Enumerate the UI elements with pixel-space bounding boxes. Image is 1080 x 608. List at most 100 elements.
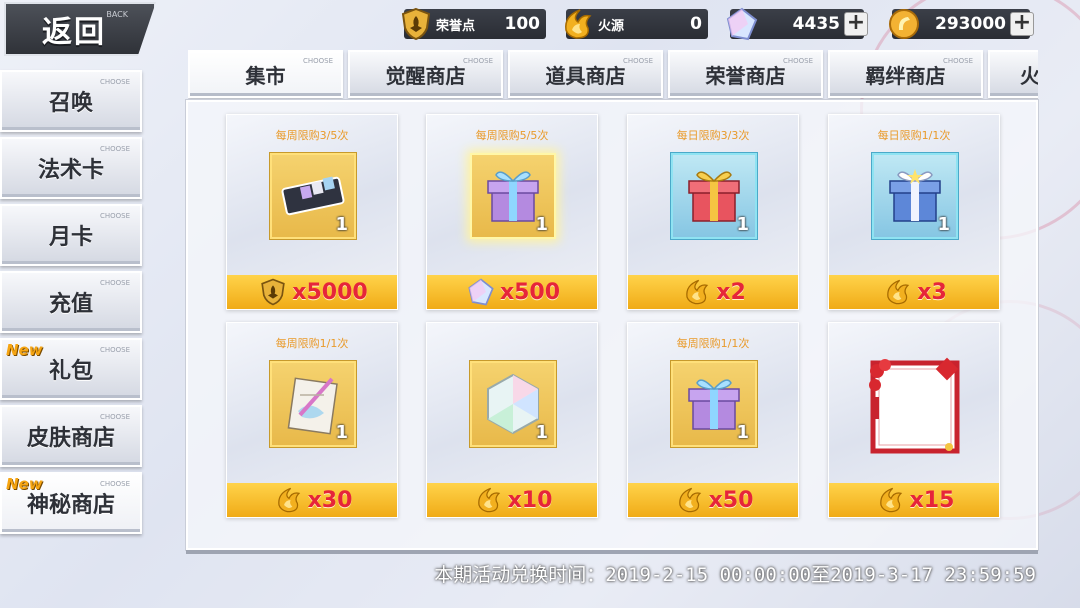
currency-name: 荣誉点 [436, 18, 476, 34]
choose-tag: CHOOSE [99, 279, 130, 287]
sidebar-item-gift-pack[interactable]: New CHOOSE 礼包 [0, 338, 142, 400]
price-tag[interactable]: x15 [829, 483, 999, 517]
crystal-icon [726, 7, 758, 41]
shop-item-card[interactable]: 1 x10 [426, 322, 598, 518]
sidebar-item-label: 召唤 [48, 91, 93, 116]
back-button[interactable]: 返回 BACK [4, 2, 156, 56]
price-value: x30 [307, 487, 353, 513]
sidebar-item-label: 月卡 [48, 225, 93, 250]
new-badge: New [6, 341, 43, 359]
shop-item-card[interactable]: 每日限购1/1次 1 x3 [828, 114, 1000, 310]
price-tag[interactable]: x500 [427, 275, 597, 309]
choose-tag: CHOOSE [99, 78, 130, 86]
item-frame: 1 [872, 153, 958, 239]
sidebar-item-label: 法术卡 [37, 158, 104, 183]
back-label: 返回 [42, 15, 106, 50]
price-tag[interactable]: x30 [227, 483, 397, 517]
sidebar-item-label: 充值 [48, 292, 93, 317]
item-quantity: 1 [535, 214, 548, 235]
currency-honor: 荣誉点 100 [401, 7, 546, 41]
fire-source-icon [477, 487, 500, 513]
festive-frame-icon [869, 357, 960, 454]
purchase-limit: 每周限购1/1次 [275, 337, 349, 350]
shop-tabs: CHOOSE 集市 CHOOSE 觉醒商店 CHOOSE 道具商店 CHOOSE… [188, 50, 1038, 100]
choose-tag: CHOOSE [99, 480, 130, 488]
sidebar-item-label: 皮肤商店 [26, 426, 115, 451]
tab-honor-shop[interactable]: CHOOSE 荣誉商店 [668, 50, 823, 98]
shop-item-card[interactable]: 每日限购3/3次 1 x2 [627, 114, 799, 310]
choose-tag: CHOOSE [99, 413, 130, 421]
item-quantity: 1 [335, 422, 348, 443]
price-tag[interactable]: x3 [829, 275, 999, 309]
item-quantity: 1 [535, 422, 548, 443]
new-badge: New [6, 475, 43, 493]
event-period-text: 本期活动兑换时间：2019-2-15 00:00:00至2019-3-17 23… [434, 564, 1036, 586]
currency-value: 4435 [792, 14, 840, 34]
choose-tag: CHOOSE [99, 212, 130, 220]
tab-label: 觉醒商店 [385, 63, 466, 88]
choose-tag: CHOOSE [782, 57, 813, 65]
tab-awakening-shop[interactable]: CHOOSE 觉醒商店 [348, 50, 503, 98]
tab-label: 羁绊商店 [865, 63, 946, 88]
sidebar-item-label: 礼包 [48, 359, 93, 384]
item-frame: 1 [470, 153, 556, 239]
choose-tag: CHOOSE [942, 57, 973, 65]
shop-panel: 每周限购3/5次 1 x5000 每周限购5/5次 1 x500 每日限购3/3… [186, 100, 1038, 550]
honor-badge-icon [261, 278, 286, 306]
price-tag[interactable]: x50 [628, 483, 798, 517]
purchase-limit: 每日限购3/3次 [676, 129, 750, 142]
fire-source-icon [887, 279, 910, 305]
tab-fire-shop[interactable]: 火 [988, 50, 1038, 98]
choose-tag: CHOOSE [622, 57, 653, 65]
tab-label: 集市 [245, 63, 286, 88]
sidebar-item-spell-card[interactable]: CHOOSE 法术卡 [0, 137, 142, 199]
choose-tag: CHOOSE [302, 57, 333, 65]
purchase-limit: 每日限购1/1次 [877, 129, 951, 142]
choose-tag: CHOOSE [462, 57, 493, 65]
shop-item-card[interactable]: 每周限购5/5次 1 x500 [426, 114, 598, 310]
currency-value: 293000 [935, 14, 1006, 34]
add-gold-button[interactable]: + [1010, 12, 1034, 36]
sidebar-item-mystery-shop[interactable]: New CHOOSE 神秘商店 [0, 472, 142, 534]
currency-fire: 火源 0 [565, 9, 708, 39]
sidebar: CHOOSE 召唤 CHOOSE 法术卡 CHOOSE 月卡 CHOOSE 充值… [0, 70, 146, 539]
fire-source-icon [565, 9, 592, 39]
shop-item-card[interactable]: 每周限购3/5次 1 x5000 [226, 114, 398, 310]
sidebar-item-summon[interactable]: CHOOSE 召唤 [0, 70, 142, 132]
choose-tag: CHOOSE [99, 145, 130, 153]
price-value: x50 [708, 487, 754, 513]
item-frame: 1 [270, 153, 356, 239]
item-frame: 1 [671, 153, 757, 239]
price-value: x3 [917, 279, 947, 305]
choose-tag: CHOOSE [99, 346, 130, 354]
fire-source-icon [879, 487, 902, 513]
price-value: x500 [499, 279, 561, 305]
shop-item-card[interactable]: x15 [828, 322, 1000, 518]
tab-bond-shop[interactable]: CHOOSE 羁绊商店 [828, 50, 983, 98]
price-value: x10 [507, 487, 553, 513]
tab-item-shop[interactable]: CHOOSE 道具商店 [508, 50, 663, 98]
honor-badge-icon [401, 7, 431, 41]
currency-name: 火源 [598, 18, 625, 34]
currency-crystal: 4435 + [726, 7, 868, 41]
tab-market[interactable]: CHOOSE 集市 [188, 50, 343, 98]
add-crystal-button[interactable]: + [844, 12, 868, 36]
sidebar-item-recharge[interactable]: CHOOSE 充值 [0, 271, 142, 333]
currency-gold: 293000 + [889, 9, 1034, 39]
item-quantity: 1 [335, 214, 348, 235]
crystal-icon [468, 278, 494, 306]
item-quantity: 1 [937, 214, 950, 235]
price-value: x15 [909, 487, 955, 513]
price-tag[interactable]: x2 [628, 275, 798, 309]
shop-item-card[interactable]: 每周限购1/1次 1 x30 [226, 322, 398, 518]
tab-label: 道具商店 [545, 63, 626, 88]
price-tag[interactable]: x10 [427, 483, 597, 517]
price-tag[interactable]: x5000 [227, 275, 397, 309]
item-frame: 1 [671, 361, 757, 447]
sidebar-item-skin-shop[interactable]: CHOOSE 皮肤商店 [0, 405, 142, 467]
item-quantity: 1 [736, 422, 749, 443]
shop-item-card[interactable]: 每周限购1/1次 1 x50 [627, 322, 799, 518]
sidebar-item-monthly-card[interactable]: CHOOSE 月卡 [0, 204, 142, 266]
tab-label: 荣誉商店 [705, 63, 786, 88]
purchase-limit: 每周限购1/1次 [676, 337, 750, 350]
